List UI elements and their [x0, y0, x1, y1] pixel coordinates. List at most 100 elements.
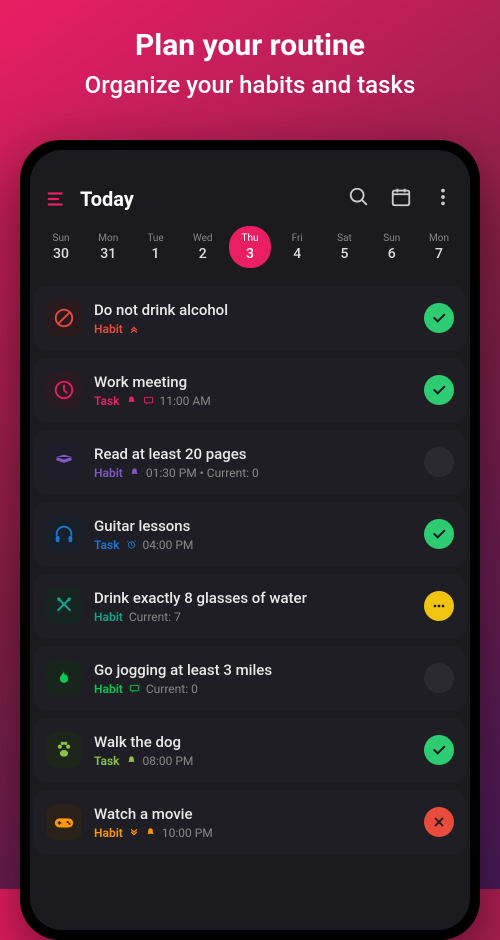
- list-item[interactable]: Drink exactly 8 glasses of water Habit Cur…: [34, 574, 466, 638]
- day-name: Sat: [337, 233, 352, 244]
- item-type: Habit: [94, 610, 123, 624]
- item-title: Drink exactly 8 glasses of water: [94, 589, 412, 607]
- status-badge[interactable]: [424, 375, 454, 405]
- phone-frame: Today Sun 30 Mon31 Tue 1 Wed 2 Thu3Fri4 Sat 5 Sun6…: [20, 140, 480, 940]
- day-num: 2: [199, 246, 207, 262]
- fire-icon: [46, 660, 82, 696]
- book-icon: [46, 444, 82, 480]
- item-body: Walk the dogTask08:00 PM: [94, 733, 412, 768]
- list-item[interactable]: Guitar lessons Task 04:00 PM: [34, 502, 466, 566]
- marketing-subtitle: Organize your habits and tasks: [20, 71, 480, 99]
- day-cell[interactable]: Thu3: [229, 226, 271, 268]
- day-num: 5: [341, 246, 349, 262]
- priority-icon: [129, 324, 139, 334]
- day-num: 30: [53, 246, 69, 262]
- bell-icon: [129, 467, 140, 478]
- day-num: 6: [388, 246, 396, 262]
- item-detail: 08:00 PM: [143, 754, 194, 768]
- clock-icon: [46, 372, 82, 408]
- headphones-icon: [46, 516, 82, 552]
- priority-down-icon: [129, 828, 139, 838]
- status-badge[interactable]: [424, 807, 454, 837]
- list-item[interactable]: Read at least 20 pagesHabit01:30 PM • Cu…: [34, 430, 466, 494]
- item-type: Habit: [94, 826, 123, 840]
- day-cell[interactable]: Sun 30: [40, 226, 82, 268]
- item-body: Watch a movie Habit 10:00 PM: [94, 805, 412, 840]
- item-type: Task: [94, 538, 120, 552]
- status-badge[interactable]: [424, 519, 454, 549]
- day-cell[interactable]: Mon31: [87, 226, 129, 268]
- status-badge[interactable]: [424, 447, 454, 477]
- list-item[interactable]: Go jogging at least 3 milesHabitCurrent:…: [34, 646, 466, 710]
- utensils-icon: [46, 588, 82, 624]
- item-title: Work meeting: [94, 373, 412, 391]
- week-selector: Sun 30 Mon31 Tue 1 Wed 2 Thu3Fri4 Sat 5 Sun6 Mon 7: [30, 226, 470, 286]
- menu-icon[interactable]: [46, 188, 68, 210]
- day-cell[interactable]: Tue 1: [135, 226, 177, 268]
- message-icon: [129, 683, 140, 694]
- item-meta: Habit 01:30 PM • Current: 0: [94, 466, 412, 480]
- day-name: Tue: [147, 233, 163, 244]
- item-title: Do not drink alcohol: [94, 301, 412, 319]
- item-title: Watch a movie: [94, 805, 412, 823]
- day-num: 7: [435, 246, 443, 262]
- day-name: Thu: [242, 233, 259, 244]
- list-item[interactable]: Do not drink alcohol Habit: [34, 286, 466, 350]
- item-type: Habit: [94, 466, 123, 480]
- item-meta: Task 08:00 PM: [94, 754, 412, 768]
- list-item[interactable]: Work meeting Task 11:00 AM: [34, 358, 466, 422]
- header-actions: [348, 186, 454, 212]
- item-detail: Current: 7: [129, 610, 181, 624]
- status-badge[interactable]: [424, 663, 454, 693]
- phone-screen: Today Sun 30 Mon31 Tue 1 Wed 2 Thu3Fri4 Sat 5 Sun6…: [30, 150, 470, 930]
- item-meta: Task 11:00 AM: [94, 394, 412, 408]
- list-item[interactable]: Watch a movie Habit 10:00 PM: [34, 790, 466, 854]
- day-cell[interactable]: Wed 2: [182, 226, 224, 268]
- item-detail: 10:00 PM: [162, 826, 213, 840]
- day-cell[interactable]: Mon 7: [418, 226, 460, 268]
- day-cell[interactable]: Sat 5: [324, 226, 366, 268]
- gamepad-icon: [46, 804, 82, 840]
- item-meta: Habit: [94, 322, 412, 336]
- item-detail: 11:00 AM: [160, 394, 211, 408]
- search-icon[interactable]: [348, 186, 370, 212]
- item-meta: Habit Current: 7: [94, 610, 412, 624]
- app-header: Today: [30, 186, 470, 226]
- item-detail: 01:30 PM • Current: 0: [146, 466, 259, 480]
- item-body: Read at least 20 pagesHabit01:30 PM • Cu…: [94, 445, 412, 480]
- item-meta: Task 04:00 PM: [94, 538, 412, 552]
- status-badge[interactable]: [424, 735, 454, 765]
- bell-icon: [126, 755, 137, 766]
- list-item[interactable]: Walk the dogTask08:00 PM: [34, 718, 466, 782]
- marketing-header: Plan your routine Organize your habits a…: [0, 0, 500, 119]
- item-meta: Habit 10:00 PM: [94, 826, 412, 840]
- item-type: Habit: [94, 682, 123, 696]
- item-body: Work meeting Task 11:00 AM: [94, 373, 412, 408]
- day-cell[interactable]: Sun6: [371, 226, 413, 268]
- day-name: Mon: [429, 233, 449, 244]
- item-type: Task: [94, 394, 120, 408]
- item-type: Habit: [94, 322, 123, 336]
- day-name: Sun: [53, 233, 70, 244]
- item-body: Drink exactly 8 glasses of water Habit Cur…: [94, 589, 412, 624]
- day-cell[interactable]: Fri4: [276, 226, 318, 268]
- marketing-title: Plan your routine: [20, 28, 480, 63]
- item-detail: 04:00 PM: [143, 538, 194, 552]
- day-num: 1: [152, 246, 160, 262]
- paw-icon: [46, 732, 82, 768]
- bell-icon: [126, 395, 137, 406]
- item-body: Go jogging at least 3 milesHabitCurrent:…: [94, 661, 412, 696]
- item-body: Guitar lessons Task 04:00 PM: [94, 517, 412, 552]
- more-icon[interactable]: [432, 186, 454, 212]
- alarm-icon: [126, 539, 137, 550]
- day-name: Wed: [193, 233, 213, 244]
- item-title: Guitar lessons: [94, 517, 412, 535]
- item-body: Do not drink alcohol Habit: [94, 301, 412, 336]
- item-meta: Habit Current: 0: [94, 682, 412, 696]
- item-type: Task: [94, 754, 120, 768]
- calendar-icon[interactable]: [390, 186, 412, 212]
- status-badge[interactable]: [424, 591, 454, 621]
- item-detail: Current: 0: [146, 682, 198, 696]
- day-name: Fri: [292, 233, 303, 244]
- status-badge[interactable]: [424, 303, 454, 333]
